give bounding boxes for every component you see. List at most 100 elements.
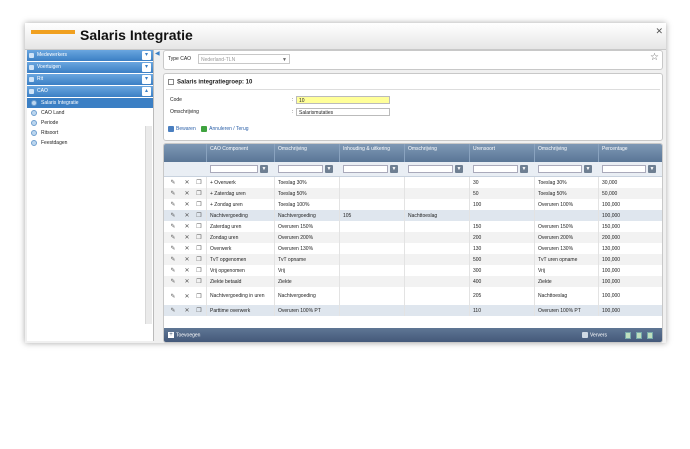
sidebar-item-cao-land[interactable]: CAO Land [27,108,153,118]
filter-icon[interactable]: ▼ [520,165,528,173]
sidebar-item-ritsoort[interactable]: Ritsoort [27,128,153,138]
copy-icon[interactable]: ❐ [194,305,204,316]
delete-icon[interactable]: ✕ [182,243,192,254]
edit-icon[interactable]: ✎ [168,287,178,305]
edit-icon[interactable]: ✎ [168,276,178,287]
edit-icon[interactable]: ✎ [168,188,178,199]
chevron-down-icon[interactable]: ▾ [142,63,151,72]
chevron-down-icon[interactable]: ▾ [142,51,151,60]
export-csv-icon[interactable] [647,332,653,339]
edit-icon[interactable]: ✎ [168,265,178,276]
table-cell: Toeslag 100% [274,199,339,210]
table-row[interactable]: ✎ ✕ ❐ Zaterdag uren Overuren 150% 150 Overuren… [164,221,662,232]
refresh-button[interactable]: Ververs [582,332,607,338]
collapse-sidebar-icon[interactable]: ◀ [155,50,160,57]
delete-icon[interactable]: ✕ [182,177,192,188]
column-header[interactable]: Inhouding & uitkering [339,144,404,162]
star-icon[interactable]: ☆ [650,52,659,63]
column-filter-input[interactable] [538,165,582,173]
sidebar-scrollbar[interactable] [145,126,152,324]
edit-icon[interactable]: ✎ [168,199,178,210]
edit-icon[interactable]: ✎ [168,232,178,243]
column-header[interactable]: Urensoort [469,144,534,162]
copy-icon[interactable]: ❐ [194,254,204,265]
column-header[interactable]: Omschrijving [404,144,469,162]
column-header[interactable]: Omschrijving [274,144,339,162]
copy-icon[interactable]: ❐ [194,188,204,199]
chevron-down-icon[interactable]: ▾ [142,75,151,84]
delete-icon[interactable]: ✕ [182,265,192,276]
sidebar-item-feestdagen[interactable]: Feestdagen [27,138,153,148]
copy-icon[interactable]: ❐ [194,232,204,243]
cancel-button[interactable]: Annuleren / Terug [197,126,249,132]
column-filter-input[interactable] [210,165,258,173]
delete-icon[interactable]: ✕ [182,287,192,305]
table-row[interactable]: ✎ ✕ ❐ + Zondag uren Toeslag 100% 100 Overuren … [164,199,662,210]
export-excel-icon[interactable] [625,332,631,339]
column-header[interactable]: CAO Component [206,144,274,162]
column-header[interactable]: Omschrijving [534,144,598,162]
column-header[interactable]: Percentage [598,144,662,162]
copy-icon[interactable]: ❐ [194,276,204,287]
sidebar-section-voertuigen[interactable]: Voertuigen ▾ [27,62,153,73]
copy-icon[interactable]: ❐ [194,177,204,188]
table-row[interactable]: ✎ ✕ ❐ + Overwerk Toeslag 30% 30 Toeslag 30% 30,… [164,177,662,188]
delete-icon[interactable]: ✕ [182,254,192,265]
filter-icon[interactable]: ▼ [455,165,463,173]
table-row[interactable]: ✎ ✕ ❐ Nachtvergoeding in uren Nachtvergoedin… [164,287,662,305]
column-filter-input[interactable] [343,165,388,173]
delete-icon[interactable]: ✕ [182,210,192,221]
delete-icon[interactable]: ✕ [182,232,192,243]
copy-icon[interactable]: ❐ [194,210,204,221]
table-row[interactable]: ✎ ✕ ❐ Parttime overwerk Overuren 100% PT 110 O… [164,305,662,316]
code-input[interactable]: 10 [296,96,390,104]
table-row[interactable]: ✎ ✕ ❐ Vrij opgenomen Vrij 300 Vrij 100,000 [164,265,662,276]
edit-icon[interactable]: ✎ [168,210,178,221]
table-row[interactable]: ✎ ✕ ❐ Zondag uren Overuren 200% 200 Overuren 2… [164,232,662,243]
filter-icon[interactable]: ▼ [648,165,656,173]
table-row[interactable]: ✎ ✕ ❐ + Zaterdag uren Toeslag 50% 50 Toeslag 5… [164,188,662,199]
delete-icon[interactable]: ✕ [182,188,192,199]
copy-icon[interactable]: ❐ [194,265,204,276]
save-button[interactable]: Bewaren [168,126,196,132]
filter-icon[interactable]: ▼ [260,165,268,173]
chevron-up-icon[interactable]: ▴ [142,87,151,96]
filter-icon[interactable]: ▼ [584,165,592,173]
filter-icon[interactable]: ▼ [390,165,398,173]
filter-icon[interactable]: ▼ [325,165,333,173]
edit-icon[interactable]: ✎ [168,254,178,265]
table-row[interactable]: ✎ ✕ ❐ Nachtvergoeding Nachtvergoeding 105 Nach… [164,210,662,221]
omschrijving-input[interactable]: Salarismutaties [296,108,390,116]
delete-icon[interactable]: ✕ [182,276,192,287]
column-filter-input[interactable] [602,165,646,173]
collapse-icon[interactable] [168,79,174,85]
copy-icon[interactable]: ❐ [194,221,204,232]
sidebar-section-cao[interactable]: CAO ▴ [27,86,153,97]
column-filter-input[interactable] [408,165,453,173]
form-actions: Bewaren Annuleren / Terug [168,126,249,132]
close-icon[interactable]: ✕ [655,26,663,37]
edit-icon[interactable]: ✎ [168,221,178,232]
table-row[interactable]: ✎ ✕ ❐ Ziekte betaald Ziekte 400 Ziekte 100,000 [164,276,662,287]
sidebar-section-rit[interactable]: Rit ▾ [27,74,153,85]
column-filter-input[interactable] [473,165,518,173]
add-button[interactable]: + Toevoegen [168,332,200,338]
table-row[interactable]: ✎ ✕ ❐ Overwerk Overuren 130% 130 Overuren 130%… [164,243,662,254]
export-pdf-icon[interactable] [636,332,642,339]
edit-icon[interactable]: ✎ [168,305,178,316]
edit-icon[interactable]: ✎ [168,243,178,254]
delete-icon[interactable]: ✕ [182,305,192,316]
sidebar-section-medewerkers[interactable]: Medewerkers ▾ [27,50,153,61]
type-cao-select[interactable]: Nederland-TLN ▼ [198,54,290,64]
column-filter-input[interactable] [278,165,323,173]
item-icon [31,110,37,116]
sidebar-item-salaris-integratie[interactable]: Salaris Integratie [27,98,153,108]
copy-icon[interactable]: ❐ [194,243,204,254]
sidebar-item-periode[interactable]: Periode [27,118,153,128]
edit-icon[interactable]: ✎ [168,177,178,188]
delete-icon[interactable]: ✕ [182,221,192,232]
copy-icon[interactable]: ❐ [194,287,204,305]
delete-icon[interactable]: ✕ [182,199,192,210]
copy-icon[interactable]: ❐ [194,199,204,210]
table-row[interactable]: ✎ ✕ ❐ TvT opgenomen TvT opname 500 TvT uren op… [164,254,662,265]
